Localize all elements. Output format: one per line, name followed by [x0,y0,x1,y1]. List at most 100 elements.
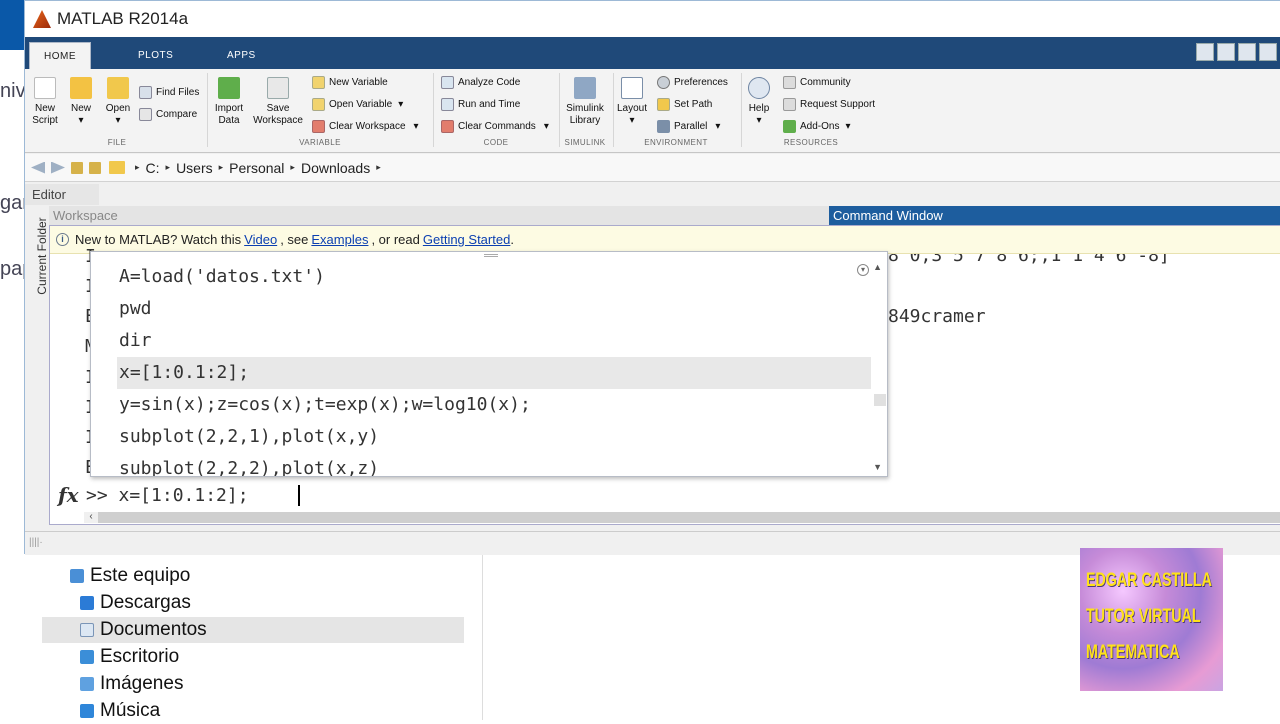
community-button[interactable]: Community [783,73,851,91]
command-history-popup[interactable]: A=load('datos.txt') pwd dir x=[1:0.1:2];… [90,251,888,477]
group-label: ENVIRONMENT [644,138,708,147]
scroll-left-icon[interactable]: ‹ [84,512,98,523]
group-separator [559,73,560,147]
request-support-button[interactable]: Request Support [783,95,875,113]
open-variable-button[interactable]: Open Variable ▾ [312,95,403,113]
preferences-button[interactable]: Preferences [657,73,728,91]
add-ons-button[interactable]: Add-Ons ▾ [783,117,851,135]
tab-apps[interactable]: APPS [213,42,270,69]
quick-access-icon[interactable] [1238,43,1256,61]
quick-access-toolbar [1196,43,1277,63]
tree-item-documentos[interactable]: Documentos [42,617,464,643]
editor-panel-tab[interactable]: Editor [25,184,99,205]
layout-button[interactable]: Layout ▾ [615,77,649,127]
set-path-button[interactable]: Set Path [657,95,712,113]
new-variable-button[interactable]: New Variable [312,73,388,91]
quick-access-icon[interactable] [1217,43,1235,61]
title-bar[interactable]: MATLAB R2014a [25,1,1280,37]
banner-text: , or read [371,232,420,247]
save-workspace-button[interactable]: Save Workspace [251,77,305,127]
current-folder-label: Current Folder [35,217,49,295]
tree-item-label: Descargas [100,592,191,613]
horizontal-scrollbar[interactable]: ‹ [84,512,1280,523]
breadcrumb-item[interactable]: Users [176,160,213,176]
button-label: Clear Commands [458,120,536,132]
plus-icon [70,77,92,99]
browse-folder-icon[interactable] [89,161,101,174]
tab-plots[interactable]: PLOTS [124,42,187,69]
history-item[interactable]: subplot(2,2,2),plot(x,z) [119,454,379,476]
breadcrumb-item[interactable]: C: [146,160,160,176]
help-button[interactable]: Help ▾ [745,77,773,127]
background-window-strip: niv gar pap [0,0,33,720]
button-label: Set Path [674,98,713,110]
history-item[interactable]: pwd [119,294,152,324]
history-item[interactable]: A=load('datos.txt') [119,262,325,292]
window-title: MATLAB R2014a [57,9,189,28]
workspace-header[interactable]: Workspace [49,206,829,225]
button-label: Workspace [253,115,303,126]
compare-button[interactable]: Compare [139,105,197,123]
new-script-button[interactable]: New Script [29,77,61,127]
breadcrumb-arrow[interactable]: ▸ [219,162,224,173]
clear-commands-button[interactable]: Clear Commands ▾ [441,117,549,135]
scroll-down-icon[interactable]: ▼ [873,462,882,472]
new-button[interactable]: New ▾ [65,77,97,127]
history-scrollbar[interactable]: ▲ ▼ [873,262,886,472]
history-item[interactable]: subplot(2,2,1),plot(x,y) [119,422,379,452]
run-and-time-button[interactable]: Run and Time [441,95,520,113]
breadcrumb-arrow[interactable]: ▸ [290,162,295,173]
up-folder-icon[interactable] [71,161,83,174]
breadcrumb-arrow[interactable]: ▸ [376,162,381,173]
find-files-icon [139,85,152,99]
add-ons-icon [783,119,796,133]
stopwatch-icon [441,97,454,111]
forward-icon[interactable] [51,161,65,174]
dropdown-arrow: ▾ [115,115,121,126]
function-browser-icon[interactable]: fx [58,483,79,507]
history-options-icon[interactable]: ▾ [857,264,869,276]
parallel-button[interactable]: Parallel ▾ [657,117,720,135]
command-prompt-input[interactable]: >> x=[1:0.1:2]; [86,485,249,506]
tab-home[interactable]: HOME [29,42,91,69]
clear-workspace-button[interactable]: Clear Workspace ▾ [312,117,419,135]
analyze-code-button[interactable]: Analyze Code [441,73,520,91]
quick-access-icon[interactable] [1196,43,1214,61]
resize-grip[interactable] [484,254,498,257]
button-label: Library [569,115,601,126]
history-item[interactable]: dir [119,326,152,356]
dropdown-arrow: ▾ [543,120,549,132]
scroll-up-icon[interactable]: ▲ [873,262,882,272]
quick-access-icon[interactable] [1259,43,1277,61]
current-folder-side-tab[interactable]: Current Folder [27,209,49,309]
breadcrumb-arrow[interactable]: ▸ [166,162,171,173]
breadcrumb-arrow[interactable]: ▸ [135,162,140,173]
group-label: CODE [483,138,509,147]
scroll-thumb[interactable] [874,394,886,406]
button-label: Find Files [156,86,200,98]
history-item-selected[interactable]: x=[1:0.1:2]; [119,358,249,388]
tree-item-este-equipo[interactable]: Este equipo [70,563,492,589]
new-variable-icon [312,75,325,89]
history-item[interactable]: y=sin(x);z=cos(x);t=exp(x);w=log10(x); [119,390,531,420]
video-link[interactable]: Video [244,232,277,247]
group-separator [613,73,614,147]
open-button[interactable]: Open ▾ [102,77,134,127]
tree-item-imagenes[interactable]: Imágenes [80,671,502,697]
simulink-library-button[interactable]: Simulink Library [563,77,607,127]
button-label: New [70,103,91,114]
examples-link[interactable]: Examples [311,232,368,247]
command-window-header[interactable]: Command Window [829,206,1280,225]
back-icon[interactable] [31,161,45,174]
breadcrumb-item[interactable]: Downloads [301,160,370,176]
tree-item-escritorio[interactable]: Escritorio [80,644,502,670]
clear-workspace-icon [312,119,325,133]
getting-started-link[interactable]: Getting Started [423,232,510,247]
info-icon: i [56,233,69,246]
breadcrumb-item[interactable]: Personal [229,160,284,176]
button-label: Request Support [800,98,876,110]
find-files-button[interactable]: Find Files [139,83,199,101]
tree-item-musica[interactable]: Música [80,698,502,724]
tree-item-descargas[interactable]: Descargas [80,590,502,616]
import-data-button[interactable]: Import Data [211,77,247,127]
